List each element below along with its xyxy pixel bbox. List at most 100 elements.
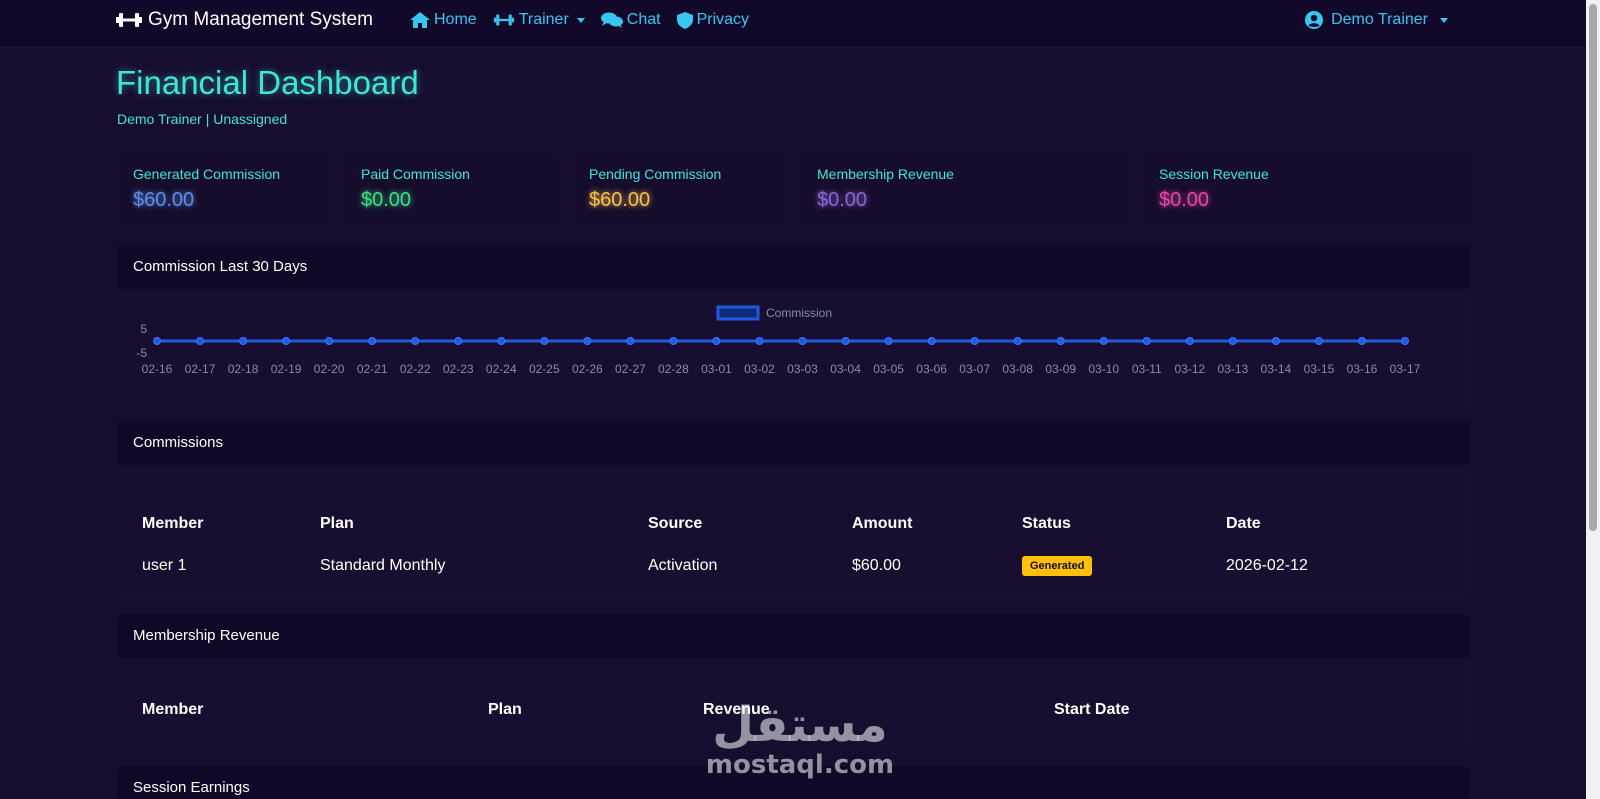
legend-label: Commission xyxy=(766,306,832,320)
stat-label: Generated Commission xyxy=(133,166,281,182)
dumbbell-icon xyxy=(493,14,514,26)
cell-amount: $60.00 xyxy=(852,557,901,574)
chevron-down-icon xyxy=(576,17,585,23)
watermark-logo: مستقل mostaql.com xyxy=(700,700,900,790)
page-title: Financial Dashboard xyxy=(116,64,419,101)
data-point xyxy=(196,337,205,345)
x-tick-label: 02-28 xyxy=(658,362,689,376)
data-point xyxy=(927,337,936,345)
column-header-amount: Amount xyxy=(852,515,913,532)
data-point xyxy=(239,337,248,345)
x-tick-label: 03-05 xyxy=(873,362,904,376)
stat-label: Session Revenue xyxy=(1159,166,1269,182)
stat-value: $60.00 xyxy=(589,189,651,211)
nav-link-trainer[interactable]: Trainer xyxy=(493,11,585,29)
user-menu[interactable]: Demo Trainer xyxy=(1305,8,1448,32)
data-point xyxy=(884,337,893,345)
commission-line-chart: Commission 5 -5 02-16 02-17 02-18 02-19 02-20 02… xyxy=(136,305,1421,376)
data-point xyxy=(626,337,635,345)
brand-link[interactable]: Gym Management System xyxy=(116,8,373,32)
stat-value: $0.00 xyxy=(817,189,868,211)
x-tick-label: 02-21 xyxy=(357,362,388,376)
navbar: Gym Management System Home Trainer Chat … xyxy=(0,0,1586,48)
card-header: Commission Last 30 Days xyxy=(117,245,1469,289)
data-point xyxy=(411,337,420,345)
x-tick-label: 03-02 xyxy=(744,362,775,376)
chart-body: Commission 5 -5 02-16 02-17 02-18 02-19 02-20 02… xyxy=(117,289,1469,408)
data-point xyxy=(153,337,161,345)
column-header-date: Date xyxy=(1226,515,1261,532)
data-point xyxy=(325,337,334,345)
watermark-arabic: مستقل xyxy=(712,697,888,753)
column-header-source: Source xyxy=(648,515,703,532)
x-tick-label: 03-06 xyxy=(916,362,947,376)
x-tick-label: 02-22 xyxy=(400,362,431,376)
data-point xyxy=(540,337,549,345)
x-tick-label: 03-12 xyxy=(1174,362,1205,376)
cell-date: 2026-02-12 xyxy=(1226,557,1308,574)
stat-card-pending: Pending Commission $60.00 xyxy=(573,153,784,225)
x-tick-label: 02-19 xyxy=(271,362,302,376)
nav-link-label: Privacy xyxy=(696,11,750,28)
data-point xyxy=(712,337,721,345)
nav-link-label: Trainer xyxy=(518,11,569,28)
x-tick-label: 03-17 xyxy=(1390,362,1421,376)
page-subtitle: Demo Trainer | Unassigned xyxy=(117,111,288,127)
data-point xyxy=(454,337,463,345)
column-header-plan: Plan xyxy=(320,515,354,532)
chevron-down-icon xyxy=(1440,17,1448,23)
column-header-plan: Plan xyxy=(488,701,522,718)
commission-chart-card: Commission Last 30 Days Commission 5 -5 02-… xyxy=(117,245,1469,408)
user-circle-icon xyxy=(1305,11,1324,29)
x-tick-label: 03-16 xyxy=(1347,362,1378,376)
commissions-card: Commissions Member Plan Source Amount St… xyxy=(117,421,1469,597)
data-point xyxy=(1142,337,1151,345)
x-tick-label: 03-11 xyxy=(1132,362,1162,376)
data-point xyxy=(1099,337,1108,345)
brand-name: Gym Management System xyxy=(148,9,373,30)
x-tick-label: 03-13 xyxy=(1218,362,1249,376)
x-tick-label: 03-04 xyxy=(830,362,861,376)
legend-swatch xyxy=(716,305,760,321)
column-header-status: Status xyxy=(1022,515,1071,532)
status-badge: Generated xyxy=(1022,556,1093,576)
cell-source: Activation xyxy=(648,557,718,574)
x-tick-label: 02-20 xyxy=(314,362,345,376)
stat-value: $0.00 xyxy=(361,189,412,211)
x-tick-label: 03-09 xyxy=(1045,362,1076,376)
page-scrollbar[interactable] xyxy=(1586,0,1600,799)
column-header-member: Member xyxy=(142,701,204,718)
data-point xyxy=(1056,337,1065,345)
x-tick-label: 03-03 xyxy=(787,362,818,376)
stat-value: $60.00 xyxy=(133,189,195,211)
dumbbell-icon xyxy=(116,13,142,27)
x-tick-label: 03-15 xyxy=(1304,362,1335,376)
column-header-start-date: Start Date xyxy=(1054,701,1130,718)
x-tick-label: 03-10 xyxy=(1088,362,1119,376)
data-point xyxy=(583,337,592,345)
cell-plan: Standard Monthly xyxy=(320,557,446,574)
x-tick-label: 03-08 xyxy=(1002,362,1033,376)
data-point xyxy=(1357,337,1366,345)
stat-label: Membership Revenue xyxy=(817,166,954,182)
x-tick-label: 02-26 xyxy=(572,362,603,376)
chat-icon xyxy=(600,12,623,28)
data-point xyxy=(368,337,377,345)
y-tick-label: 5 xyxy=(140,322,147,336)
stat-value: $0.00 xyxy=(1159,189,1210,211)
home-icon xyxy=(410,12,430,28)
scrollbar-thumb[interactable] xyxy=(1589,4,1597,531)
x-tick-label: 03-01 xyxy=(701,362,732,376)
nav-links: Home Trainer Chat Privacy xyxy=(410,8,749,32)
x-tick-label: 03-07 xyxy=(959,362,990,376)
nav-link-home[interactable]: Home xyxy=(410,11,477,29)
x-tick-label: 02-18 xyxy=(228,362,259,376)
x-tick-label: 03-14 xyxy=(1261,362,1292,376)
data-point xyxy=(841,337,850,345)
nav-link-label: Chat xyxy=(626,11,661,28)
y-tick-label: -5 xyxy=(136,346,147,360)
nav-link-chat[interactable]: Chat xyxy=(600,11,661,29)
stat-label: Pending Commission xyxy=(589,166,722,182)
shield-icon xyxy=(676,11,693,29)
nav-link-privacy[interactable]: Privacy xyxy=(676,11,750,29)
